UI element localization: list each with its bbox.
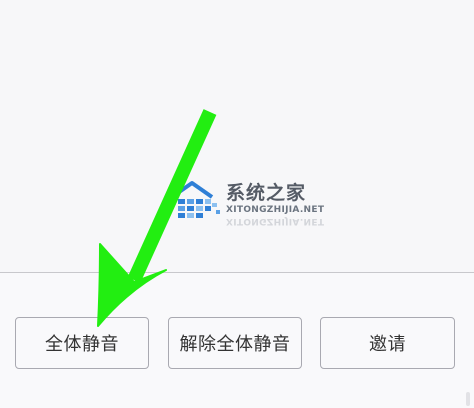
- mute-all-label: 全体静音: [45, 334, 119, 355]
- watermark-title: 系统之家: [226, 182, 307, 204]
- watermark-subtitle-reflection: XITONGZHIJIA.NET: [226, 216, 325, 226]
- unmute-all-label: 解除全体静音: [179, 334, 291, 355]
- invite-button[interactable]: 邀请: [320, 317, 455, 369]
- invite-label: 邀请: [369, 334, 406, 355]
- watermark: 系统之家 XITONGZHIJIA.NET XITONGZHIJIA.NET: [168, 176, 324, 236]
- scroll-indicator: [466, 392, 470, 406]
- house-logo-icon: [170, 181, 220, 218]
- unmute-all-button[interactable]: 解除全体静音: [168, 317, 302, 369]
- mute-all-button[interactable]: 全体静音: [15, 317, 149, 369]
- watermark-subtitle: XITONGZHIJIA.NET: [226, 205, 325, 215]
